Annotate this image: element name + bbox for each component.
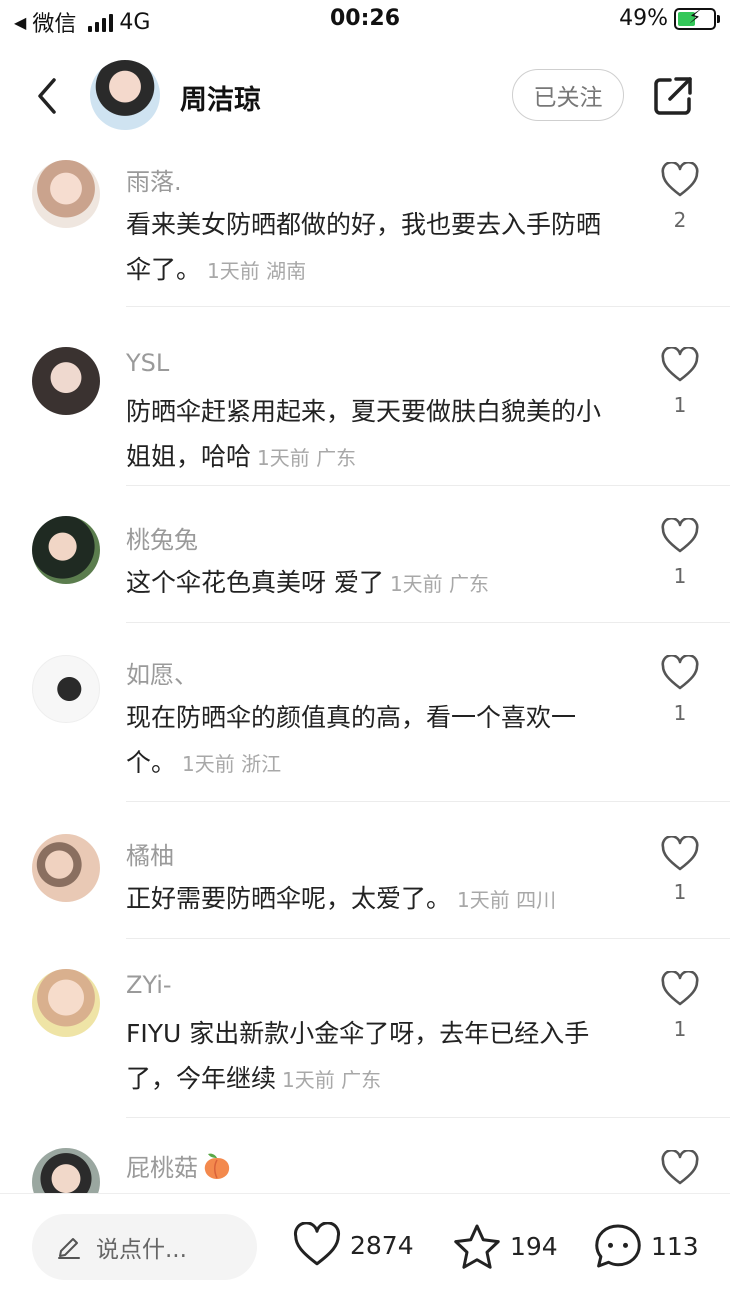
comment-meta: 1天前 广东 [282,1068,381,1092]
share-button[interactable] [652,75,694,117]
comment-body: 正好需要防晒伞呢，太爱了。 [126,884,452,913]
author-avatar[interactable] [90,60,160,130]
heart-icon [661,516,699,553]
comment-time: 1天前 [282,1068,335,1092]
heart-icon [661,1148,699,1185]
commenter-name-text: 屁桃菇 [126,1154,198,1182]
comment-meta: 1天前 浙江 [182,752,281,776]
like-count: 1 [673,393,687,417]
comment-body: 看来美女防晒都做的好，我也要去入手防晒伞了。 [126,210,602,284]
comment-location: 湖南 [266,259,307,283]
heart-icon [293,1222,341,1266]
comment-meta: 1天前 广东 [257,446,356,470]
heart-icon [661,160,699,197]
status-right: 49% ⚡ [619,6,720,31]
comment-bubble-icon [595,1224,641,1268]
comments-count: 113 [651,1231,699,1261]
commenter-name[interactable]: 橘柚 [126,836,174,871]
heart-icon [661,345,699,382]
comment-text: 现在防晒伞的颜值真的高，看一个喜欢一个。 1天前 浙江 [126,695,606,787]
comment-text: 正好需要防晒伞呢，太爱了。 1天前 四川 [126,876,606,923]
comment-location: 广东 [341,1068,382,1092]
pencil-icon [58,1238,80,1259]
comment-action-button[interactable]: 113 [593,1222,699,1270]
like-action-button[interactable]: 2874 [292,1222,414,1268]
like-button[interactable] [660,653,700,691]
comment-meta: 1天前 广东 [390,572,489,596]
like-button[interactable] [660,160,700,198]
like-count: 1 [673,701,687,725]
comment-list: 雨落. 看来美女防晒都做的好，我也要去入手防晒伞了。 1天前 湖南 2 YSL 防… [0,150,730,1193]
commenter-name[interactable]: YSL [126,349,169,377]
like-button[interactable] [660,1148,700,1186]
comment-time: 1天前 [389,572,443,596]
bottom-action-bar: 说点什... 2874 194 113 [0,1193,730,1298]
comment-time: 1天前 [257,446,310,470]
back-button[interactable] [28,74,68,118]
post-header: 周洁琼 已关注 [0,56,730,136]
like-count: 1 [673,880,687,904]
comment-location: 广东 [316,446,357,470]
like-count: 1 [673,564,687,588]
comment-time: 1天前 [457,888,510,912]
comment-location: 浙江 [241,752,282,776]
comment-text: 防晒伞赶紧用起来，夏天要做肤白貌美的小姐姐，哈哈 1天前 广东 [126,389,606,481]
comment-item[interactable]: 如愿、 现在防晒伞的颜值真的高，看一个喜欢一个。 1天前 浙江 1 [0,623,730,802]
like-button[interactable] [660,345,700,383]
comment-body: 这个伞花色真美呀 爱了 [126,568,384,597]
like-button[interactable] [660,834,700,872]
battery-icon: ⚡ [674,6,720,30]
commenter-name[interactable]: ZYi- [126,971,172,999]
battery-percent: 49% [619,6,668,31]
peach-icon [204,1153,230,1179]
likes-count: 2874 [350,1230,414,1260]
comment-item[interactable]: 桃兔兔 这个伞花色真美呀 爱了 1天前 广东 1 [0,486,730,623]
comment-time: 1天前 [182,752,235,776]
heart-icon [661,834,699,871]
heart-icon [661,653,699,690]
comment-location: 广东 [449,572,490,596]
commenter-avatar[interactable] [32,516,100,584]
star-icon [454,1224,500,1269]
commenter-avatar[interactable] [32,834,100,902]
like-count: 1 [673,1017,687,1041]
commenter-avatar[interactable] [32,969,100,1037]
commenter-avatar[interactable] [32,1148,100,1193]
follow-button[interactable]: 已关注 [512,69,624,121]
favorite-action-button[interactable]: 194 [452,1222,558,1270]
commenter-name[interactable]: 雨落. [126,162,182,197]
author-name[interactable]: 周洁琼 [180,78,261,117]
heart-icon [661,969,699,1006]
commenter-name[interactable]: 如愿、 [126,655,198,690]
commenter-avatar[interactable] [32,347,100,415]
like-button[interactable] [660,969,700,1007]
comment-input-placeholder: 说点什... [96,1237,187,1263]
charging-icon: ⚡ [688,6,702,28]
comment-text: 这个伞花色真美呀 爱了 1天前 广东 [126,560,606,607]
status-bar: ◀ 微信 4G 00:26 49% ⚡ [0,0,730,40]
commenter-avatar[interactable] [32,655,100,723]
like-button[interactable] [660,516,700,554]
commenter-avatar[interactable] [32,160,100,228]
comment-meta: 1天前 四川 [457,888,556,912]
comment-item[interactable]: 屁桃菇 [0,1118,730,1193]
comment-body: 防晒伞赶紧用起来，夏天要做肤白貌美的小姐姐，哈哈 [126,397,602,471]
comment-input[interactable]: 说点什... [32,1214,257,1280]
comment-text: FIYU 家出新款小金伞了呀，去年已经入手了，今年继续 1天前 广东 [126,1011,606,1103]
comment-item[interactable]: ZYi- FIYU 家出新款小金伞了呀，去年已经入手了，今年继续 1天前 广东 1 [0,939,730,1118]
comment-item[interactable]: 雨落. 看来美女防晒都做的好，我也要去入手防晒伞了。 1天前 湖南 2 [0,150,730,307]
share-icon [654,77,692,115]
favorites-count: 194 [510,1231,558,1261]
chevron-left-icon [38,78,56,114]
comment-meta: 1天前 湖南 [207,259,306,283]
comment-time: 1天前 [207,259,260,283]
comment-item[interactable]: 橘柚 正好需要防晒伞呢，太爱了。 1天前 四川 1 [0,802,730,939]
commenter-name[interactable]: 屁桃菇 [126,1148,232,1183]
commenter-name[interactable]: 桃兔兔 [126,520,198,555]
comment-text: 看来美女防晒都做的好，我也要去入手防晒伞了。 1天前 湖南 [126,202,606,294]
comment-location: 四川 [516,888,557,912]
like-count: 2 [673,208,687,232]
comment-item[interactable]: YSL 防晒伞赶紧用起来，夏天要做肤白貌美的小姐姐，哈哈 1天前 广东 1 [0,307,730,486]
